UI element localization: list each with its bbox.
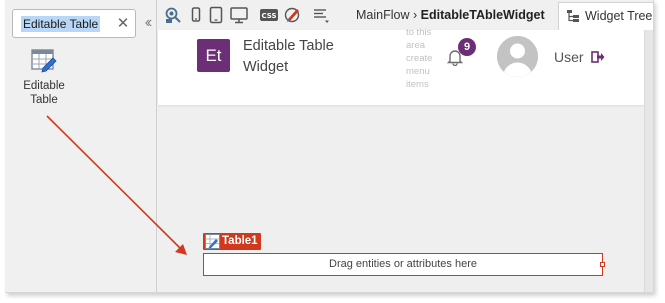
breadcrumb-separator: › (412, 8, 418, 22)
notification-count-badge: 9 (458, 38, 476, 56)
menu-placeholder-hint[interactable]: to this area create menu items (406, 26, 438, 91)
table-widget-tag[interactable]: Table1 (203, 233, 261, 250)
align-icon[interactable] (312, 6, 330, 24)
css-icon-label: CSS (261, 12, 276, 20)
toolbox-search-input[interactable]: Editable Table ✕ (12, 9, 136, 38)
table-widget-name: Table1 (222, 235, 258, 247)
canvas-scrollbar[interactable] (644, 30, 653, 292)
clear-search-icon[interactable]: ✕ (115, 15, 131, 33)
search-input-value: Editable Table (21, 16, 101, 32)
editable-table-icon (205, 234, 220, 249)
tablet-icon[interactable] (209, 6, 223, 24)
toolbox-widget-label: Editable Table (23, 80, 65, 106)
app-title: Editable Table Widget (243, 38, 334, 75)
widget-tree-icon (567, 10, 579, 22)
preview-icon[interactable] (164, 6, 182, 24)
user-avatar-icon[interactable] (497, 36, 538, 77)
css-icon[interactable]: CSS (259, 6, 279, 24)
phone-icon[interactable] (191, 6, 201, 24)
ide-window: Editable Table ✕ ‹‹ Editable Table CSS M… (5, 0, 654, 293)
breadcrumb-flow[interactable]: MainFlow (356, 8, 410, 22)
tab-widget-tree-label: Widget Tree (585, 9, 653, 23)
breadcrumb: MainFlow › EditableTAbleWidget (356, 8, 545, 22)
toolbox-widget-editable-table[interactable]: Editable Table (11, 48, 77, 110)
user-name[interactable]: User (554, 49, 584, 65)
collapse-panel-icon[interactable]: ‹‹ (139, 12, 155, 34)
app-logo: Et (197, 39, 230, 72)
tab-widget-tree[interactable]: Widget Tree (558, 2, 653, 30)
breadcrumb-screen[interactable]: EditableTAbleWidget (421, 8, 545, 22)
theme-editor-icon[interactable] (284, 6, 302, 24)
logout-icon[interactable] (591, 50, 605, 64)
design-canvas[interactable]: Et Editable Table Widget to this area cr… (158, 27, 644, 292)
desktop-icon[interactable] (230, 6, 248, 24)
toolbox-panel: Editable Table ✕ ‹‹ Editable Table (5, 0, 157, 292)
app-header[interactable]: Et Editable Table Widget to this area cr… (158, 27, 644, 105)
editable-table-icon (31, 49, 57, 73)
resize-handle[interactable] (600, 262, 605, 267)
table-drop-zone[interactable]: Drag entities or attributes here (203, 253, 603, 276)
